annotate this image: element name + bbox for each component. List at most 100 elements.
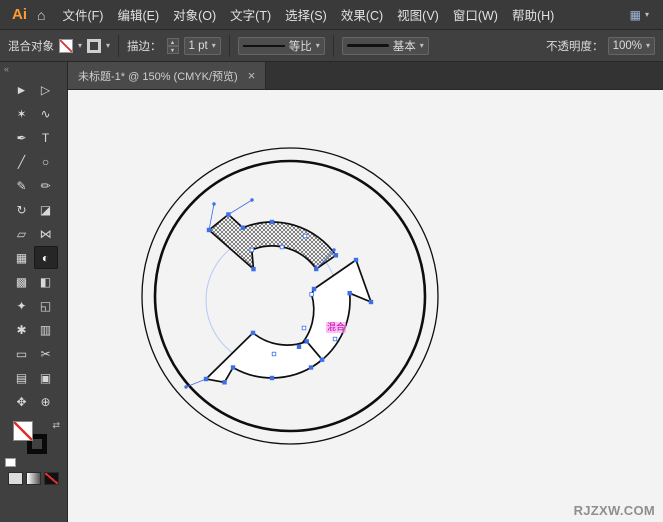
paintbrush-tool[interactable]: ✎ <box>10 174 34 197</box>
chevron-down-icon: ▾ <box>645 41 650 50</box>
swap-fill-stroke-icon[interactable]: ⇄ <box>52 420 60 431</box>
free-transform-tool[interactable]: ▦ <box>10 246 34 269</box>
anchor-point[interactable] <box>304 339 309 344</box>
anchor-point[interactable] <box>309 292 314 297</box>
divider <box>118 34 120 57</box>
anchor-point[interactable] <box>269 219 275 225</box>
gradient-button[interactable] <box>26 472 41 485</box>
column-graph-tool[interactable]: ▥ <box>34 318 58 341</box>
menu-items: 文件(F) 编辑(E) 对象(O) 文字(T) 选择(S) 效果(C) 视图(V) 窗口(W)… <box>55 5 561 24</box>
menu-item-4[interactable]: 选择(S) <box>278 5 334 24</box>
anchor-point[interactable] <box>269 375 275 381</box>
anchor-point[interactable] <box>347 290 352 296</box>
anchor-point[interactable] <box>226 212 231 217</box>
artboard-tool[interactable]: ▭ <box>10 342 34 365</box>
stroke-width-stepper[interactable]: ▲ ▼ <box>166 37 179 54</box>
outer-circle[interactable] <box>141 147 439 445</box>
anchor-point[interactable] <box>250 330 256 336</box>
menu-item-5[interactable]: 效果(C) <box>334 5 390 24</box>
ellipse-tool[interactable]: ○ <box>34 150 58 173</box>
menu-item-3[interactable]: 文字(T) <box>223 5 278 24</box>
default-colors-icon[interactable] <box>5 458 16 467</box>
stroke-width-combo[interactable]: 1 pt ▾ <box>183 36 221 55</box>
divider <box>228 34 230 57</box>
fill-none-swatch[interactable] <box>59 38 73 53</box>
anchor-point[interactable] <box>311 286 317 292</box>
eyedropper-tool[interactable]: ✦ <box>10 294 34 317</box>
rotate-tool[interactable]: ↻ <box>10 198 34 221</box>
menu-item-2[interactable]: 对象(O) <box>166 5 223 24</box>
document-tab-title: 未标题-1* @ 150% (CMYK/预览) <box>78 70 238 83</box>
menu-item-1[interactable]: 编辑(E) <box>110 5 166 24</box>
type-tool[interactable]: T <box>34 126 58 149</box>
slice-tool[interactable]: ✂ <box>34 342 58 365</box>
anchor-point[interactable] <box>230 365 236 370</box>
stroke-swatch[interactable] <box>87 38 102 53</box>
chevron-down-icon: ▾ <box>211 41 216 50</box>
pencil-tool[interactable]: ✏ <box>34 174 58 197</box>
stroke-label: 描边： <box>127 40 162 53</box>
anchor-point[interactable] <box>301 325 307 331</box>
direct-selection-tool[interactable]: ▷ <box>34 78 58 101</box>
anchor-point[interactable] <box>333 253 339 258</box>
color-button[interactable] <box>8 472 23 485</box>
stroke-width-value: 1 pt <box>188 39 208 52</box>
stepper-down-icon[interactable]: ▼ <box>166 45 179 54</box>
pen-tool[interactable]: ✒ <box>10 126 34 149</box>
close-icon[interactable]: × <box>248 68 256 83</box>
canvas[interactable]: 混合 RJZXW.COM <box>68 90 663 522</box>
panel-collapse-icon[interactable]: « <box>0 62 67 76</box>
anchor-point[interactable] <box>279 244 285 250</box>
anchor-point[interactable] <box>313 266 319 272</box>
width-profile-combo[interactable]: 等比 ▾ <box>237 36 325 55</box>
shape-builder-tool[interactable]: ◱ <box>34 294 58 317</box>
anchor-point[interactable] <box>368 299 374 305</box>
inner-circle[interactable] <box>153 159 427 433</box>
opacity-combo[interactable]: 100% ▾ <box>607 36 655 55</box>
live-paint-tool[interactable]: ▣ <box>34 366 58 389</box>
zoom-tool[interactable]: ⊕ <box>34 390 58 413</box>
width-tool[interactable]: ⋈ <box>34 222 58 245</box>
symbol-sprayer-tool[interactable]: ✱ <box>10 318 34 341</box>
menu-item-8[interactable]: 帮助(H) <box>505 5 561 24</box>
home-icon[interactable]: ⌂ <box>37 7 55 23</box>
anchor-point[interactable] <box>332 336 338 342</box>
gradient-tool[interactable]: ◧ <box>34 270 58 293</box>
anchor-point[interactable] <box>271 351 277 357</box>
anchor-point[interactable] <box>353 257 359 263</box>
mesh-tool[interactable]: ▩ <box>10 270 34 293</box>
document-tab[interactable]: 未标题-1* @ 150% (CMYK/预览) × <box>68 62 267 89</box>
anchor-point[interactable] <box>251 266 256 272</box>
menu-item-6[interactable]: 视图(V) <box>390 5 446 24</box>
anchor-point[interactable] <box>302 233 308 239</box>
artwork-svg[interactable] <box>68 90 663 522</box>
hand-tool[interactable]: ✥ <box>10 390 34 413</box>
blend-tool[interactable]: ◐ <box>33 246 58 269</box>
profile-line-icon <box>242 44 285 47</box>
lasso-tool[interactable]: ∿ <box>34 102 58 125</box>
scale-tool[interactable]: ▱ <box>10 222 34 245</box>
anchor-point[interactable] <box>206 227 212 233</box>
watermark: RJZXW.COM <box>573 503 655 518</box>
anchor-point[interactable] <box>296 344 302 349</box>
line-tool[interactable]: ╱ <box>10 150 34 173</box>
anchor-point[interactable] <box>222 380 227 385</box>
eraser-tool[interactable]: ◪ <box>34 198 58 221</box>
selection-tool[interactable]: ► <box>10 78 34 101</box>
menu-item-7[interactable]: 窗口(W) <box>446 5 505 24</box>
tab-bar: 未标题-1* @ 150% (CMYK/预览) × <box>68 62 663 90</box>
anchor-point[interactable] <box>319 357 325 362</box>
fill-color-swatch[interactable] <box>13 421 33 441</box>
anchor-point[interactable] <box>240 225 245 230</box>
anchor-point[interactable] <box>203 376 209 382</box>
brush-combo[interactable]: 基本 ▾ <box>341 36 429 55</box>
menu-item-0[interactable]: 文件(F) <box>55 5 110 24</box>
workspace-grid-icon: ▦ <box>629 7 641 22</box>
magic-wand-tool[interactable]: ✶ <box>10 102 34 125</box>
perspective-grid-tool[interactable]: ▤ <box>10 366 34 389</box>
anchor-point[interactable] <box>249 247 254 253</box>
stepper-up-icon[interactable]: ▲ <box>166 37 179 46</box>
anchor-point[interactable] <box>308 365 314 370</box>
none-button[interactable] <box>44 472 59 485</box>
workspace-switcher[interactable]: ▦ ▾ <box>630 8 649 22</box>
